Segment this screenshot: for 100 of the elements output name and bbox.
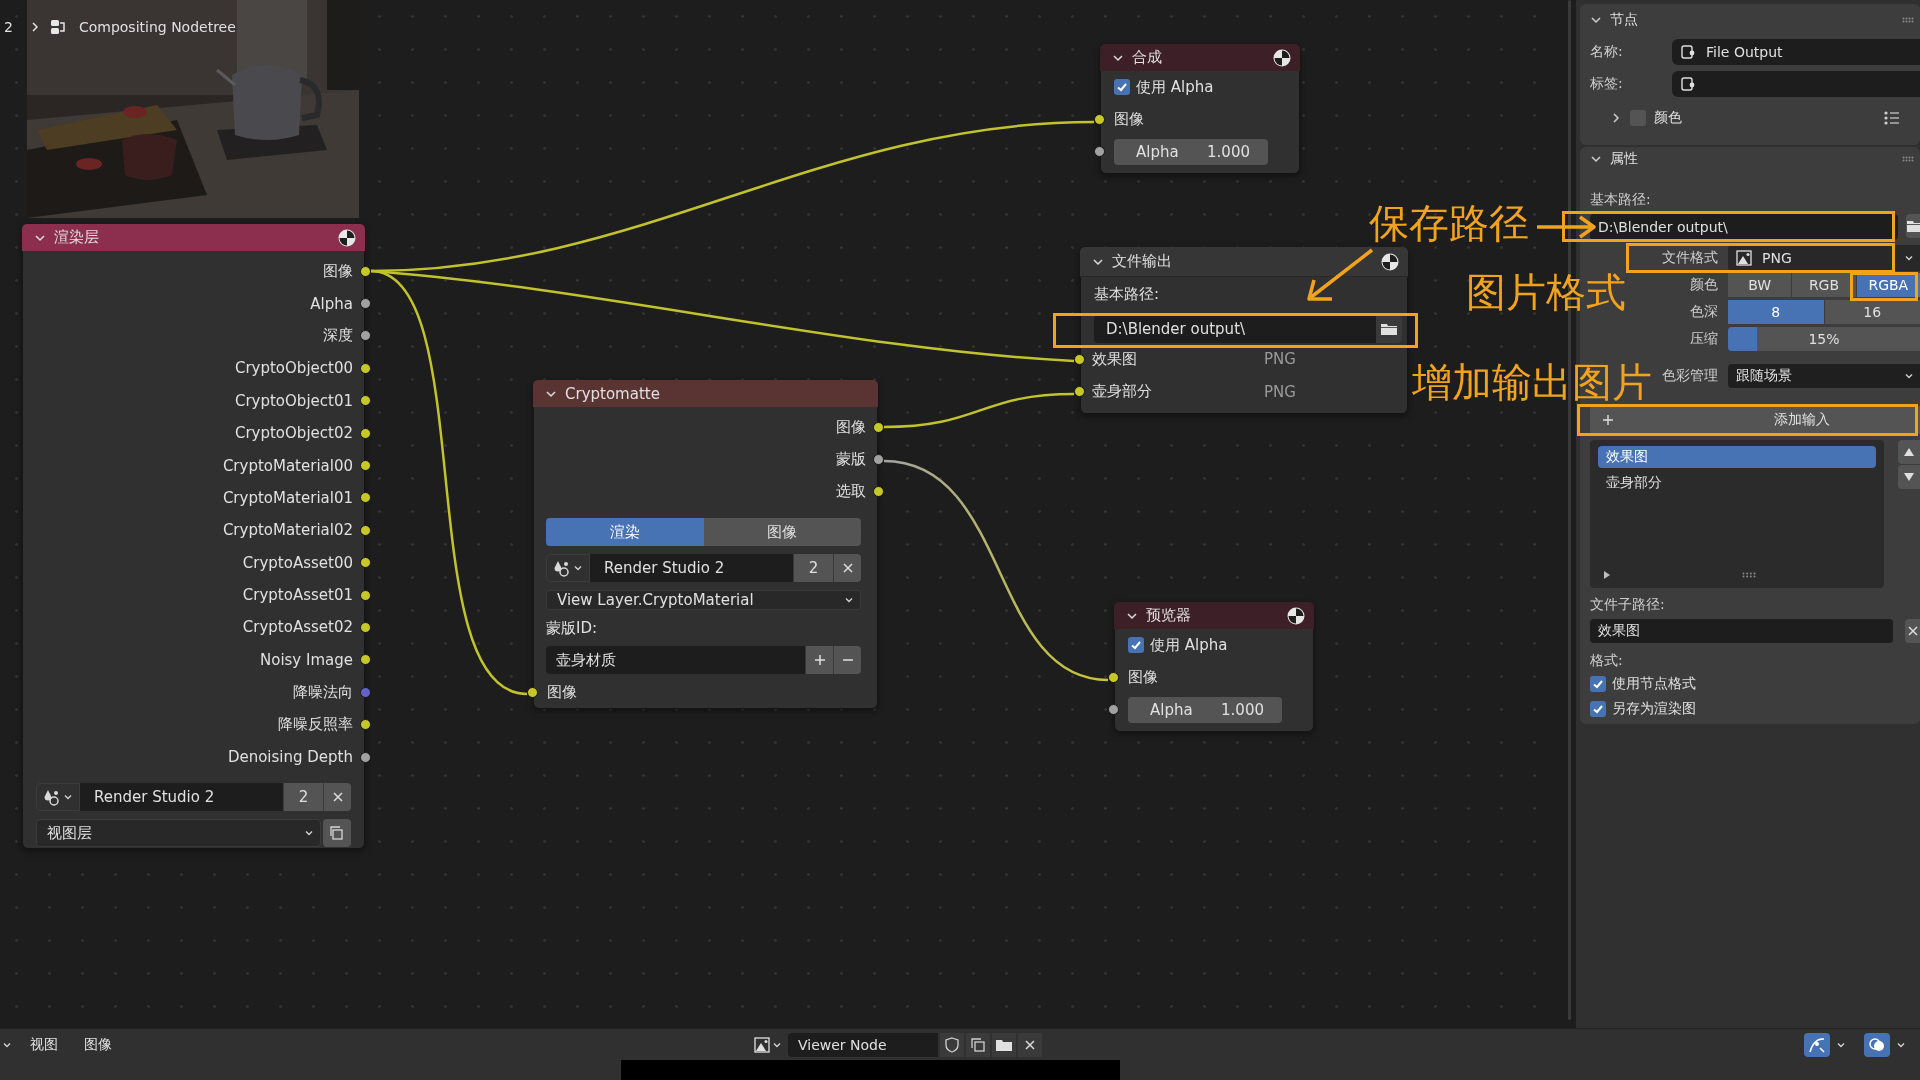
node-header[interactable]: 合成 [1100, 44, 1300, 71]
grip-icon[interactable] [1902, 156, 1914, 162]
add-button[interactable] [805, 646, 833, 675]
socket[interactable] [360, 298, 371, 310]
user-count-button[interactable]: 2 [793, 554, 833, 583]
label-field[interactable] [1672, 71, 1920, 97]
node-header[interactable]: 预览器 [1114, 602, 1314, 629]
layer-dropdown[interactable]: View Layer.CryptoMaterial [546, 590, 861, 611]
node-card[interactable]: 预览器 使用 Alpha 图像 Alpha 1.000 [1108, 602, 1320, 733]
node-card[interactable]: 合成 使用 Alpha 图像 Alpha 1.000 [1094, 44, 1306, 175]
socket[interactable] [873, 421, 884, 433]
alpha-field[interactable]: Alpha 1.000 [1128, 696, 1282, 723]
grip-icon[interactable] [1902, 17, 1914, 23]
socket[interactable] [360, 362, 371, 374]
clear-button[interactable] [1905, 619, 1920, 643]
path-field[interactable]: D:\Blender output\ [1094, 315, 1402, 343]
chevron-icon[interactable] [1590, 153, 1602, 165]
color-depth-button[interactable]: 16 [1824, 300, 1920, 324]
socket[interactable] [527, 686, 538, 698]
node-card[interactable]: Cryptomatte 图像 蒙版 选取 渲染 图像 Render Studio 2 2 View Layer.CryptoMaterial 蒙版ID: 壶身材质 图像 [527, 380, 884, 709]
breadcrumb-title[interactable]: Compositing Nodetree [78, 19, 236, 35]
path-field[interactable]: D:\Blender output\ [1590, 214, 1898, 240]
file-format-dropdown[interactable]: PNG [1728, 245, 1920, 271]
socket[interactable] [360, 719, 371, 731]
socket[interactable] [360, 622, 371, 633]
color-depth-button[interactable]: 8 [1728, 300, 1824, 324]
socket[interactable] [360, 751, 371, 763]
close-icon[interactable] [841, 562, 854, 575]
new-layer-button[interactable] [323, 819, 351, 848]
remove-button[interactable] [833, 646, 861, 675]
checkbox[interactable] [1128, 637, 1144, 654]
source-tab[interactable]: 图像 [703, 518, 861, 547]
chevron-icon[interactable] [1590, 14, 1602, 26]
name-field[interactable]: File Output [1672, 39, 1920, 65]
scene-selector-button[interactable] [36, 783, 80, 812]
close-icon[interactable] [331, 791, 344, 804]
socket[interactable] [1108, 704, 1119, 716]
socket[interactable] [1074, 353, 1085, 365]
list-item[interactable]: 壶身部分 [1598, 472, 1876, 494]
subpanel-title[interactable]: 颜色 [1654, 109, 1682, 127]
close-icon[interactable] [1906, 625, 1919, 637]
matte-id-field[interactable]: 壶身材质 [546, 646, 805, 675]
socket[interactable] [360, 330, 371, 342]
quadrant-circle-icon[interactable] [337, 227, 357, 248]
open-button[interactable] [992, 1032, 1016, 1057]
scene-selector-button[interactable] [546, 554, 590, 583]
move-up-button[interactable] [1898, 440, 1920, 464]
image-name-field[interactable]: Viewer Node [788, 1032, 938, 1057]
unlink-button[interactable] [1018, 1032, 1042, 1057]
subpath-field[interactable]: 效果图 [1590, 619, 1893, 643]
socket[interactable] [360, 492, 371, 504]
socket[interactable] [360, 589, 371, 601]
duplicate-button[interactable] [966, 1032, 990, 1057]
checkbox[interactable] [1590, 701, 1606, 717]
fake-user-button[interactable] [940, 1032, 964, 1057]
source-tab[interactable]: 渲染 [546, 518, 704, 547]
expand-icon[interactable] [1602, 570, 1612, 580]
close-icon[interactable] [1024, 1038, 1036, 1051]
scene-name-field[interactable]: Render Studio 2 [80, 783, 283, 812]
socket[interactable] [360, 654, 371, 666]
list-icon[interactable] [1884, 111, 1900, 125]
socket[interactable] [1094, 114, 1105, 126]
panel-title[interactable]: 节点 [1610, 11, 1894, 29]
color-management-dropdown[interactable]: 跟随场景 [1728, 364, 1920, 388]
color-mode-button[interactable]: RGB [1792, 273, 1856, 297]
socket[interactable] [360, 557, 371, 569]
add-input-button[interactable]: 添加输入 [1590, 406, 1920, 434]
folder-icon[interactable] [1376, 315, 1402, 343]
view-layer-dropdown[interactable]: 视图层 [36, 819, 321, 848]
panel-title[interactable]: 属性 [1610, 150, 1894, 168]
checkbox[interactable] [1114, 79, 1130, 96]
node-header[interactable]: 渲染层 [22, 224, 365, 251]
menu-item[interactable]: 视图 [22, 1035, 66, 1054]
gizmo-button[interactable] [1804, 1032, 1830, 1057]
checkbox[interactable] [1590, 676, 1606, 692]
chevron-icon[interactable] [1610, 112, 1622, 124]
socket[interactable] [360, 460, 371, 472]
unlink-button[interactable] [833, 554, 861, 583]
socket[interactable] [1074, 386, 1085, 398]
node-header[interactable]: Cryptomatte [533, 380, 878, 407]
quadrant-circle-icon[interactable] [1272, 47, 1292, 68]
grip-icon[interactable] [1742, 572, 1756, 578]
quadrant-circle-icon[interactable] [1286, 605, 1306, 626]
socket[interactable] [1108, 672, 1119, 684]
user-count-button[interactable]: 2 [283, 783, 323, 812]
socket[interactable] [1094, 146, 1105, 158]
quadrant-circle-icon[interactable] [1380, 251, 1400, 272]
menu-item[interactable]: 图像 [76, 1035, 120, 1054]
socket[interactable] [873, 454, 884, 466]
list-item[interactable]: 效果图 [1598, 446, 1876, 468]
socket[interactable] [360, 524, 371, 536]
socket[interactable] [360, 427, 371, 439]
color-mode-button[interactable]: BW [1728, 273, 1792, 297]
compression-slider[interactable]: 15% [1728, 327, 1920, 351]
socket[interactable] [360, 395, 371, 407]
socket[interactable] [873, 486, 884, 498]
scene-name-field[interactable]: Render Studio 2 [590, 554, 793, 583]
alpha-field[interactable]: Alpha 1.000 [1114, 138, 1268, 165]
node-header[interactable]: 文件输出 [1080, 247, 1408, 277]
folder-icon[interactable] [1906, 214, 1920, 238]
